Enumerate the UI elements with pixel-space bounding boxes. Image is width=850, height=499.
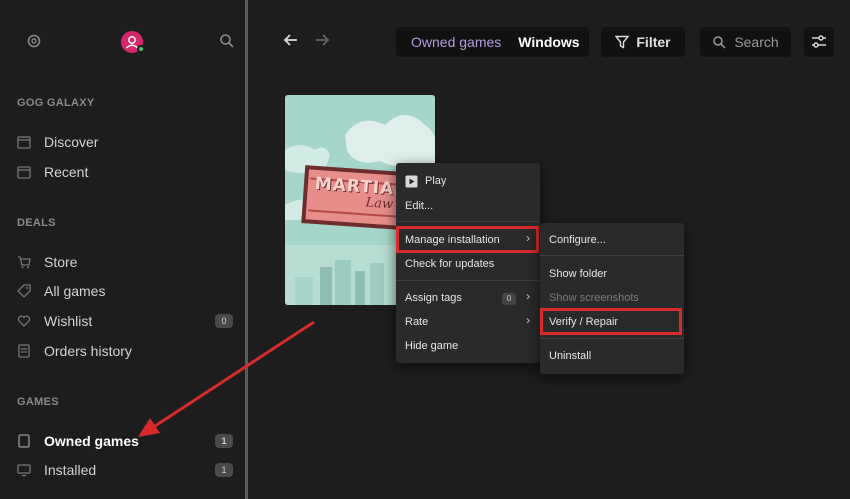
back-arrow-icon[interactable] bbox=[282, 31, 300, 49]
menu-item-play[interactable]: Play bbox=[405, 171, 446, 191]
sidebar-item-label: All games bbox=[44, 283, 106, 299]
tags-count-badge: 0 bbox=[502, 293, 516, 305]
menu-item-assign-tags[interactable]: Assign tags bbox=[405, 288, 462, 308]
sidebar-item-recent[interactable]: Recent bbox=[17, 160, 237, 184]
sidebar-item-label: Owned games bbox=[44, 433, 139, 449]
menu-item-rate[interactable]: Rate bbox=[405, 312, 428, 332]
count-badge: 1 bbox=[215, 463, 233, 477]
search-button[interactable]: Search bbox=[700, 27, 791, 57]
sidebar: GOG GALAXY Discover Recent DEALS Store A… bbox=[0, 0, 245, 499]
menu-item-edit[interactable]: Edit... bbox=[405, 196, 433, 216]
menu-item-hide-game[interactable]: Hide game bbox=[405, 336, 458, 356]
sidebar-top-icons bbox=[0, 28, 245, 56]
sidebar-item-all-games[interactable]: All games bbox=[17, 279, 237, 303]
sidebar-item-orders-history[interactable]: Orders history bbox=[17, 339, 237, 363]
submenu-item-uninstall[interactable]: Uninstall bbox=[549, 346, 591, 366]
submenu-item-configure[interactable]: Configure... bbox=[549, 230, 606, 250]
platform-windows-tab[interactable]: Windows bbox=[518, 34, 579, 50]
menu-separator bbox=[396, 221, 540, 222]
sidebar-item-installed[interactable]: Installed 1 bbox=[17, 458, 237, 482]
search-label: Search bbox=[734, 34, 779, 50]
menu-separator bbox=[396, 280, 540, 281]
sidebar-item-label: Installed bbox=[44, 462, 97, 478]
tag-icon bbox=[17, 284, 31, 298]
play-icon bbox=[405, 175, 418, 188]
discover-icon bbox=[17, 135, 31, 149]
sidebar-search-icon[interactable] bbox=[219, 33, 235, 49]
receipt-icon bbox=[17, 344, 31, 358]
menu-separator bbox=[540, 255, 684, 256]
game-context-menu: Play Edit... Manage installation › Check… bbox=[396, 163, 540, 363]
sidebar-divider[interactable] bbox=[245, 0, 248, 499]
sliders-icon bbox=[811, 34, 827, 50]
cart-icon bbox=[17, 255, 31, 269]
owned-games-tab[interactable]: Owned games bbox=[411, 34, 501, 50]
sidebar-item-owned-games[interactable]: Owned games 1 bbox=[17, 429, 237, 453]
view-segment: Owned games Windows bbox=[396, 27, 589, 57]
recent-icon bbox=[17, 165, 31, 179]
submenu-item-show-screenshots[interactable]: Show screenshots bbox=[549, 288, 639, 308]
sidebar-item-label: Orders history bbox=[44, 343, 132, 359]
view-settings-button[interactable] bbox=[804, 27, 834, 57]
search-icon bbox=[712, 35, 726, 49]
installed-icon bbox=[17, 463, 31, 477]
section-title-games: GAMES bbox=[17, 396, 59, 408]
settings-gear-icon[interactable] bbox=[26, 33, 42, 49]
heart-icon bbox=[17, 314, 31, 328]
count-badge: 0 bbox=[215, 314, 233, 328]
sidebar-item-store[interactable]: Store bbox=[17, 250, 237, 274]
sidebar-item-label: Wishlist bbox=[44, 313, 93, 329]
sidebar-item-discover[interactable]: Discover bbox=[17, 130, 237, 154]
sidebar-item-wishlist[interactable]: Wishlist 0 bbox=[17, 309, 237, 333]
online-status-dot bbox=[137, 45, 145, 53]
filter-label: Filter bbox=[636, 34, 671, 50]
sidebar-item-label: Store bbox=[44, 254, 78, 270]
section-title-brand: GOG GALAXY bbox=[17, 97, 95, 109]
submenu-item-show-folder[interactable]: Show folder bbox=[549, 264, 607, 284]
section-title-deals: DEALS bbox=[17, 217, 56, 229]
count-badge: 1 bbox=[215, 434, 233, 448]
filter-button[interactable]: Filter bbox=[601, 27, 685, 57]
sidebar-item-label: Recent bbox=[44, 164, 89, 180]
menu-separator bbox=[540, 338, 684, 339]
sidebar-item-label: Discover bbox=[44, 134, 99, 150]
chevron-right-icon: › bbox=[526, 313, 530, 327]
owned-games-icon bbox=[17, 434, 31, 448]
highlight-verify-repair bbox=[540, 308, 682, 335]
chevron-right-icon: › bbox=[526, 289, 530, 303]
highlight-manage-installation bbox=[396, 226, 539, 253]
forward-arrow-icon[interactable] bbox=[313, 31, 331, 49]
manage-installation-submenu: Configure... Show folder Show screenshot… bbox=[540, 223, 684, 374]
menu-item-check-updates[interactable]: Check for updates bbox=[405, 254, 494, 274]
filter-icon bbox=[615, 35, 630, 49]
